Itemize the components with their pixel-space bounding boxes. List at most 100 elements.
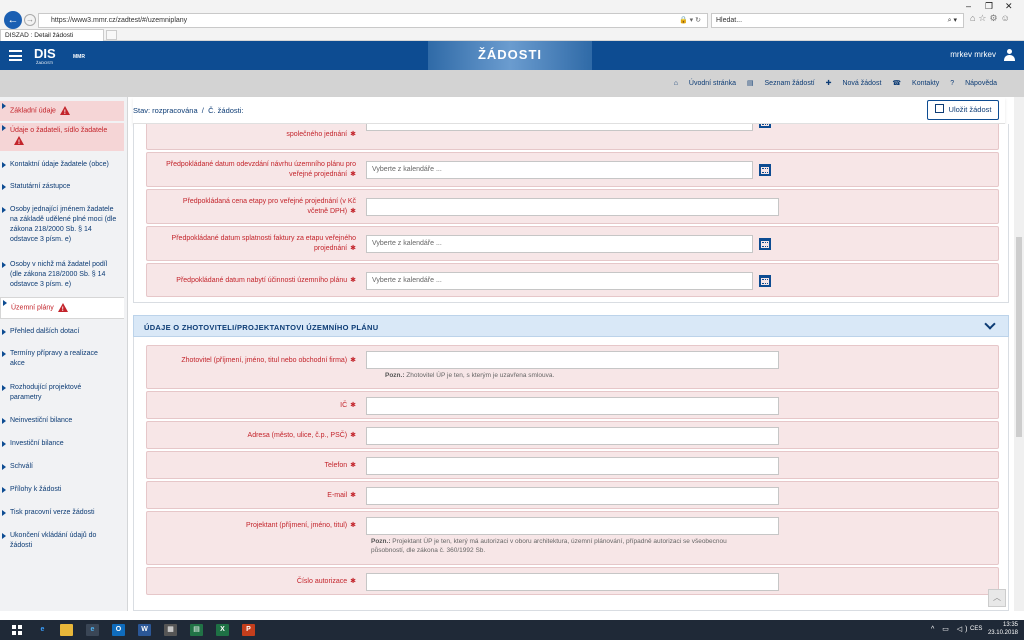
form-row: Telefon ✱ xyxy=(146,451,999,479)
nav-new-link[interactable]: ✚ Nová žádost xyxy=(826,80,882,87)
field-label: Předpokládané datum nabytí účinnosti úze… xyxy=(176,277,356,284)
system-tray-icons[interactable]: ^ ▭ ◁) xyxy=(931,625,971,633)
field-label: Projektant (příjmení, jméno, titul) ✱ xyxy=(245,522,356,529)
email-input[interactable] xyxy=(366,487,779,505)
restore-icon[interactable]: ❐ xyxy=(985,1,993,12)
form-row: Předpokládané datum splatnosti faktury z… xyxy=(146,226,999,261)
logo[interactable]: DIS xyxy=(34,46,56,61)
nav-list-link[interactable]: ▤ Seznam žádostí xyxy=(747,80,815,87)
excel-icon[interactable]: X xyxy=(216,624,229,636)
field-label: společného jednání ✱ xyxy=(286,131,356,138)
new-tab-button[interactable] xyxy=(106,30,117,40)
sidebar-item-label: Schválí xyxy=(10,463,33,470)
language-indicator[interactable]: CES xyxy=(970,626,982,632)
autorizace-input[interactable] xyxy=(366,573,779,591)
ic-input[interactable] xyxy=(366,397,779,415)
hamburger-icon[interactable] xyxy=(9,50,22,61)
date-input[interactable]: Vyberte z kalendáře ... xyxy=(366,272,753,290)
sidebar-item-tisk[interactable]: Tisk pracovní verze žádosti xyxy=(0,508,124,518)
field-label: Zhotovitel (příjmení, jméno, titul nebo … xyxy=(181,357,356,364)
form-row: Číslo autorizace ✱ xyxy=(146,567,999,595)
warning-icon xyxy=(59,106,70,118)
field-label: Adresa (město, ulice, č.p., PSČ) ✱ xyxy=(247,432,356,439)
powerpoint-icon[interactable]: P xyxy=(242,624,255,636)
field-label: Číslo autorizace ✱ xyxy=(296,578,356,585)
sidebar-item-udaje-o-zadateli[interactable]: Údaje o žadateli, sídlo žadatele xyxy=(0,123,124,151)
user-name[interactable]: mrkev mrkev xyxy=(950,50,996,59)
date-input[interactable]: Vyberte z kalendáře ... xyxy=(366,161,753,179)
user-icon[interactable] xyxy=(1004,49,1015,61)
price-input[interactable] xyxy=(366,198,779,216)
sidebar-item-label: Osoby jednající jménem žadatele na zákla… xyxy=(10,206,117,243)
address-input[interactable] xyxy=(366,427,779,445)
browser-search-input[interactable]: Hledat... ⌕ ▾ xyxy=(711,13,964,28)
browser-tab[interactable]: DISZAD : Detail žádosti xyxy=(0,29,104,41)
sidebar-item-label: Rozhodující projektové parametry xyxy=(10,384,82,401)
projektant-input[interactable] xyxy=(366,517,779,535)
calculator-icon[interactable]: ▦ xyxy=(164,624,177,636)
nav-help-link[interactable]: ? Nápověda xyxy=(950,80,997,87)
form-row: Projektant (příjmení, jméno, titul) ✱ Poz… xyxy=(146,511,999,565)
back-icon[interactable]: ← xyxy=(4,11,22,29)
sidebar-item-label: Neinvestiční bilance xyxy=(10,417,73,424)
date-input[interactable]: Vyberte z kalendáře ... xyxy=(366,235,753,253)
sidebar-item-label: Ukončení vkládání údajů do žádosti xyxy=(10,532,97,549)
nav-contacts-link[interactable]: ☎ Kontakty xyxy=(892,80,939,87)
sidebar-item-prilohy[interactable]: Přílohy k žádosti xyxy=(0,485,124,495)
sidebar-item-projektove-parametry[interactable]: Rozhodující projektové parametry xyxy=(0,383,100,403)
sidebar-item-terminy[interactable]: Termíny přípravy a realizace akce xyxy=(0,349,110,369)
main-content: společného jednání ✱ Předpokládané datum … xyxy=(133,124,1009,611)
calendar-icon[interactable] xyxy=(759,275,771,287)
sidebar-item-investicni-bilance[interactable]: Investiční bilance xyxy=(0,439,124,449)
file-explorer-icon[interactable] xyxy=(60,624,73,636)
close-icon[interactable]: ✕ xyxy=(1005,1,1013,12)
panel-uzemni-plan: společného jednání ✱ Předpokládané datum … xyxy=(133,124,1009,303)
scroll-to-top-button[interactable]: ︿ xyxy=(988,589,1006,607)
sidebar-item-osoby-jednajici[interactable]: Osoby jednající jménem žadatele na zákla… xyxy=(0,205,120,245)
section-header-zhotovitel[interactable]: ÚDAJE O ZHOTOVITELI/PROJEKTANTOVI ÚZEMNÍ… xyxy=(133,315,1009,337)
sidebar-item-label: Investiční bilance xyxy=(10,440,64,447)
sidebar-item-label: Přílohy k žádosti xyxy=(10,486,62,493)
sidebar-item-neinvesticni-bilance[interactable]: Neinvestiční bilance xyxy=(0,416,124,426)
chevron-down-icon[interactable] xyxy=(984,318,996,330)
sidebar-item-prehled-dotaci[interactable]: Přehled dalších dotací xyxy=(0,327,124,337)
clock[interactable]: 13:35 23.10.2018 xyxy=(988,621,1018,637)
minimize-icon[interactable]: – xyxy=(966,1,971,11)
calendar-icon[interactable] xyxy=(759,124,771,128)
sidebar-item-schvali[interactable]: Schválí xyxy=(0,462,124,472)
calendar-icon[interactable] xyxy=(759,238,771,250)
sidebar-item-statutarni-zastupce[interactable]: Statutární zástupce xyxy=(0,182,124,192)
outlook-icon[interactable]: O xyxy=(112,624,125,636)
browser-toolbar-icons[interactable]: ⌂☆⚙☺ xyxy=(970,13,1013,24)
save-label: Uložit žádost xyxy=(948,105,992,114)
calendar-icon[interactable] xyxy=(759,164,771,176)
sidebar-item-label: Tisk pracovní verze žádosti xyxy=(10,509,95,516)
sidebar-item-zakladni-udaje[interactable]: Základní údaje xyxy=(0,101,124,121)
date-input[interactable] xyxy=(366,124,753,131)
address-bar[interactable]: https://www3.mmr.cz/zadtest/#/uzemniplan… xyxy=(38,13,708,28)
sidebar-item-uzemni-plany[interactable]: Územní plány xyxy=(0,297,124,319)
clock-date: 23.10.2018 xyxy=(987,630,1018,636)
sidebar-item-label: Územní plány xyxy=(11,304,54,312)
sidebar-item-ukonceni[interactable]: Ukončení vkládání údajů do žádosti xyxy=(0,531,110,551)
forward-icon[interactable]: → xyxy=(24,14,36,26)
nav-label: Seznam žádostí xyxy=(764,80,815,87)
word-icon[interactable]: W xyxy=(138,624,151,636)
sidebar-item-kontaktni-udaje[interactable]: Kontaktní údaje žadatele (obce) xyxy=(0,160,124,170)
windows-start-icon[interactable] xyxy=(12,625,22,635)
save-button[interactable]: Uložit žádost xyxy=(927,100,999,120)
phone-input[interactable] xyxy=(366,457,779,475)
scrollbar[interactable] xyxy=(1014,97,1024,611)
project-icon[interactable]: ▤ xyxy=(190,624,203,636)
scrollbar-thumb[interactable] xyxy=(1016,237,1022,437)
edge-icon[interactable]: e xyxy=(36,624,49,636)
sidebar-item-osoby-podil[interactable]: Osoby v nichž má žadatel podíl (dle záko… xyxy=(0,260,120,290)
section-title: ÚDAJE O ZHOTOVITELI/PROJEKTANTOVI ÚZEMNÍ… xyxy=(144,323,379,332)
ie-icon[interactable]: e xyxy=(86,624,99,636)
field-label: Předpokládané datum odevzdání návrhu úze… xyxy=(166,161,356,178)
zhotovitel-input[interactable] xyxy=(366,351,779,369)
nav-home-link[interactable]: ⌂ Úvodní stránka xyxy=(674,80,736,87)
warning-icon xyxy=(14,136,24,148)
search-icon[interactable]: ⌕ ▾ xyxy=(948,14,957,27)
breadcrumb-status: Stav: rozpracována xyxy=(133,106,198,115)
